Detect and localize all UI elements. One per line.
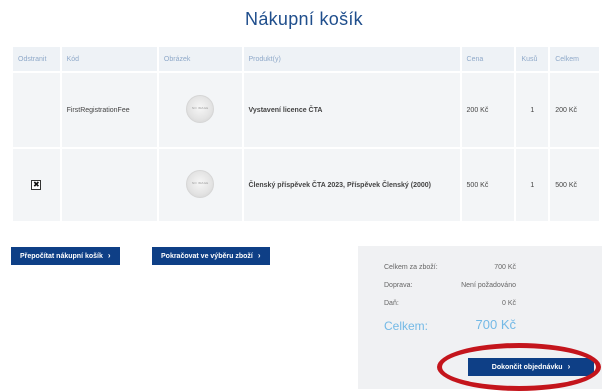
shipping-label: Doprava: bbox=[384, 282, 413, 289]
chevron-right-icon: › bbox=[257, 251, 261, 260]
grand-total-label: Celkem: bbox=[384, 319, 429, 333]
header-qty: Kusů bbox=[516, 47, 549, 71]
price-cell: 200 Kč bbox=[461, 73, 515, 147]
code-cell bbox=[61, 149, 157, 221]
cart-table: Odstranit Kód Obrázek Produkt(y) Cena Ku… bbox=[11, 45, 601, 223]
header-product: Produkt(y) bbox=[243, 47, 460, 71]
remove-cell: ✖ bbox=[13, 149, 60, 221]
recalculate-cart-button[interactable]: Přepočítat nákupní košík › bbox=[11, 247, 120, 265]
header-remove: Odstranit bbox=[13, 47, 60, 71]
image-cell: NO IMAGE bbox=[158, 73, 242, 147]
no-image-text: NO IMAGE bbox=[191, 181, 209, 185]
header-price: Cena bbox=[461, 47, 515, 71]
shipping-value: Není požadováno bbox=[461, 282, 516, 289]
remove-cell bbox=[13, 73, 60, 147]
continue-shopping-button[interactable]: Pokračovat ve výběru zboží › bbox=[152, 247, 270, 265]
code-cell: FirstRegistrationFee bbox=[61, 73, 157, 147]
total-cell: 200 Kč bbox=[550, 73, 599, 147]
price-cell: 500 Kč bbox=[461, 149, 515, 221]
header-code: Kód bbox=[61, 47, 157, 71]
highlight-annotation-ring bbox=[437, 343, 601, 391]
product-image: NO IMAGE bbox=[186, 95, 215, 123]
table-row: FirstRegistrationFee NO IMAGE Vystavení … bbox=[13, 73, 599, 147]
chevron-right-icon: › bbox=[107, 251, 111, 260]
qty-cell: 1 bbox=[516, 73, 549, 147]
product-image: NO IMAGE bbox=[186, 170, 215, 198]
no-image-text: NO IMAGE bbox=[191, 106, 209, 110]
header-total: Celkem bbox=[550, 47, 599, 71]
table-header-row: Odstranit Kód Obrázek Produkt(y) Cena Ku… bbox=[13, 47, 599, 71]
remove-checkbox[interactable]: ✖ bbox=[31, 180, 42, 190]
subtotal-label: Celkem za zboží: bbox=[384, 264, 438, 271]
qty-cell: 1 bbox=[516, 149, 549, 221]
tax-label: Daň: bbox=[384, 300, 399, 307]
page-title: Nákupní košík bbox=[245, 9, 363, 29]
recalculate-label: Přepočítat nákupní košík bbox=[20, 253, 103, 260]
image-cell: NO IMAGE bbox=[158, 149, 242, 221]
header-image: Obrázek bbox=[158, 47, 242, 71]
product-cell: Vystavení licence ČTA bbox=[243, 73, 460, 147]
tax-value: 0 Kč bbox=[501, 300, 516, 307]
subtotal-value: 700 Kč bbox=[494, 264, 516, 271]
table-row: ✖ NO IMAGE Členský příspěvek ČTA 2023, P… bbox=[13, 149, 599, 221]
continue-label: Pokračovat ve výběru zboží bbox=[161, 253, 253, 260]
grand-total-value: 700 Kč bbox=[475, 317, 516, 332]
total-cell: 500 Kč bbox=[550, 149, 599, 221]
product-cell: Členský příspěvek ČTA 2023, Příspěvek Čl… bbox=[243, 149, 460, 221]
